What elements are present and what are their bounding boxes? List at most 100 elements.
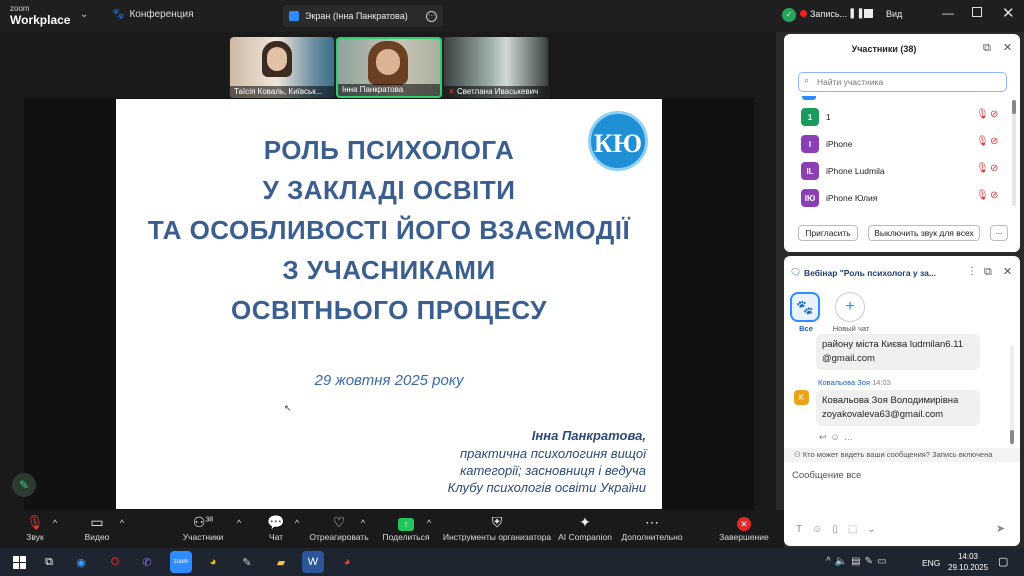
participant-row[interactable]: IL iPhone Ludmila 🎙 ⊘ bbox=[784, 158, 1008, 184]
screen-share-indicator[interactable]: Экран (Інна Панкратова) ··· bbox=[283, 5, 443, 27]
mic-muted-icon: ✕ bbox=[448, 87, 457, 96]
participant-search-input[interactable]: ⌕ Найти участника bbox=[798, 72, 1007, 92]
video-tile[interactable]: Таїсія Коваль, Київськ... bbox=[230, 37, 334, 98]
message-reactions[interactable]: ↩☺… bbox=[819, 432, 857, 443]
new-chat-button[interactable]: + bbox=[835, 292, 865, 322]
invite-button[interactable]: Пригласить bbox=[798, 225, 858, 241]
chevron-up-icon[interactable]: ^ bbox=[234, 518, 244, 528]
message-text: @gmail.com bbox=[822, 353, 875, 364]
video-off-icon[interactable]: ⊘ bbox=[990, 109, 998, 120]
mic-muted-icon[interactable]: 🎙 bbox=[976, 136, 989, 147]
chat-visibility-note[interactable]: ⚇ Кто может видеть ваши сообщения? Запис… bbox=[784, 448, 1020, 462]
viber-icon[interactable]: ✆ bbox=[136, 551, 158, 573]
network-icon[interactable]: ▤ bbox=[851, 556, 864, 567]
file-explorer-icon[interactable]: ▰ bbox=[270, 551, 292, 573]
participants-panel: Участники (38) ⧉ ✕ ⌕ Найти участника 1 1 🎙… bbox=[784, 34, 1020, 252]
all-chat-button[interactable]: 🐾 bbox=[790, 292, 820, 322]
chevron-up-icon[interactable]: ^ bbox=[50, 518, 60, 528]
end-meeting-button[interactable]: ✕ Завершение bbox=[716, 514, 772, 542]
participant-row[interactable]: IЮ iPhone Юлия 🎙 ⊘ bbox=[784, 185, 1008, 211]
chat-message-input[interactable]: Сообщение все bbox=[792, 470, 1012, 481]
video-button[interactable]: ▭ Видео bbox=[80, 514, 114, 542]
video-off-icon[interactable]: ⊘ bbox=[990, 136, 998, 147]
pen-icon[interactable]: ✎ bbox=[865, 556, 877, 567]
tray-icons[interactable]: ^🔈▤✎▭ bbox=[826, 556, 890, 567]
chevron-up-icon[interactable]: ^ bbox=[117, 518, 127, 528]
video-name-label: ✕ Светлана Иваськевич bbox=[444, 86, 548, 98]
word-icon[interactable]: W bbox=[302, 551, 324, 573]
chat-button[interactable]: 💬 Чат bbox=[262, 514, 290, 542]
zoom-taskbar-icon[interactable]: zoom bbox=[170, 551, 192, 573]
stop-record-button[interactable] bbox=[864, 9, 873, 18]
participant-row[interactable]: IiPhone 🎙 ⊘ bbox=[784, 131, 1008, 157]
reply-icon[interactable]: ↩ bbox=[819, 432, 831, 442]
host-tools-button[interactable]: ⛨ Инструменты организатора bbox=[442, 514, 552, 542]
close-window-icon[interactable]: ✕ bbox=[1002, 4, 1015, 22]
pause-record-button[interactable]: ❚❚ bbox=[848, 8, 865, 19]
chevron-up-icon[interactable]: ^ bbox=[292, 518, 302, 528]
chrome-icon[interactable]: ◕ bbox=[202, 551, 224, 573]
chrome-icon[interactable]: ◕ bbox=[336, 551, 358, 573]
close-panel-icon[interactable]: ✕ bbox=[1003, 265, 1012, 278]
notification-icon[interactable]: ▢ bbox=[998, 555, 1008, 568]
video-off-icon[interactable]: ⊘ bbox=[990, 163, 998, 174]
chat-scrollbar[interactable] bbox=[1010, 346, 1014, 446]
close-panel-icon[interactable]: ✕ bbox=[1003, 41, 1012, 54]
paint-icon[interactable]: ✎ bbox=[236, 551, 258, 573]
annotate-pencil-icon[interactable]: ✎ bbox=[12, 473, 36, 497]
view-button[interactable]: Вид bbox=[886, 9, 902, 19]
video-off-icon[interactable]: ⊘ bbox=[990, 190, 998, 201]
record-dot-icon bbox=[800, 10, 807, 17]
mute-all-button[interactable]: Выключить звук для всех bbox=[868, 225, 980, 241]
popout-icon[interactable]: ⧉ bbox=[984, 266, 992, 279]
emoji-icon[interactable]: ☺ bbox=[812, 524, 822, 535]
conference-info-button[interactable]: 🐾 Конференция bbox=[112, 9, 194, 20]
chat-label: Чат bbox=[268, 532, 284, 542]
text-format-icon[interactable]: T bbox=[796, 524, 802, 535]
scrollbar[interactable] bbox=[1012, 100, 1016, 206]
ai-companion-button[interactable]: ✦ AI Companion bbox=[556, 514, 614, 542]
task-view-icon[interactable]: ⧉ bbox=[38, 551, 60, 573]
opera-icon[interactable]: O bbox=[104, 551, 126, 573]
slide-author-name: Інна Панкратова, bbox=[531, 428, 646, 443]
slide-title-line: У ЗАКЛАДІ ОСВІТИ bbox=[262, 175, 516, 205]
chevron-up-icon[interactable]: ^ bbox=[358, 518, 368, 528]
screenshot-icon[interactable]: ⬚ bbox=[848, 524, 857, 535]
more-button[interactable]: ⋯ Дополнительно bbox=[620, 514, 684, 542]
more-options-icon[interactable]: ··· bbox=[426, 10, 437, 22]
file-icon[interactable]: ▯ bbox=[832, 524, 838, 535]
shield-icon[interactable]: ✓ bbox=[782, 8, 796, 22]
maximize-icon[interactable] bbox=[972, 7, 982, 17]
send-icon[interactable]: ➤ bbox=[996, 522, 1005, 535]
mic-muted-icon[interactable]: 🎙 bbox=[976, 163, 989, 174]
video-tile[interactable]: ✕ Светлана Иваськевич bbox=[444, 37, 548, 98]
minimize-icon[interactable]: — bbox=[942, 6, 954, 20]
chat-more-icon[interactable]: ⋮ bbox=[967, 266, 977, 277]
volume-icon[interactable]: 🔈 bbox=[835, 556, 851, 567]
message-sender: Ковальова Зоя 14:03 bbox=[818, 378, 891, 387]
more-icon[interactable]: … bbox=[844, 432, 857, 442]
clock[interactable]: 14:03 29.10.2025 bbox=[948, 551, 988, 573]
active-speaker-video-tile[interactable]: Інна Панкратова bbox=[336, 37, 442, 98]
chevron-up-icon[interactable]: ^ bbox=[826, 556, 835, 567]
react-label: Отреагировать bbox=[309, 532, 369, 542]
chevron-down-icon[interactable]: ⌄ bbox=[867, 524, 875, 535]
language-indicator[interactable]: ENG bbox=[922, 558, 940, 568]
avatar bbox=[802, 96, 816, 100]
participant-row[interactable]: 1 1 🎙 ⊘ bbox=[784, 104, 1008, 130]
chat-message: Ковальова Зоя Володимирівна zoyakovaleva… bbox=[816, 390, 980, 426]
mic-muted-icon[interactable]: 🎙 bbox=[976, 190, 989, 201]
participant-name: iPhone Ludmila bbox=[826, 166, 885, 176]
popout-icon[interactable]: ⧉ bbox=[983, 42, 991, 55]
participants-icon: ⚇38 bbox=[192, 514, 214, 530]
emoji-icon[interactable]: ☺ bbox=[831, 432, 844, 442]
battery-icon[interactable]: ▭ bbox=[877, 556, 890, 567]
mic-muted-icon[interactable]: 🎙 bbox=[976, 109, 989, 120]
more-options-button[interactable]: ... bbox=[990, 225, 1008, 241]
windows-start-icon[interactable] bbox=[8, 551, 30, 573]
audio-button[interactable]: 🎙 Звук bbox=[20, 514, 50, 542]
chevron-down-icon[interactable]: ⌄ bbox=[80, 9, 88, 20]
chevron-up-icon[interactable]: ^ bbox=[424, 518, 434, 528]
participants-button[interactable]: ⚇38 Участники bbox=[180, 514, 226, 542]
edge-icon[interactable]: ◉ bbox=[70, 551, 92, 573]
